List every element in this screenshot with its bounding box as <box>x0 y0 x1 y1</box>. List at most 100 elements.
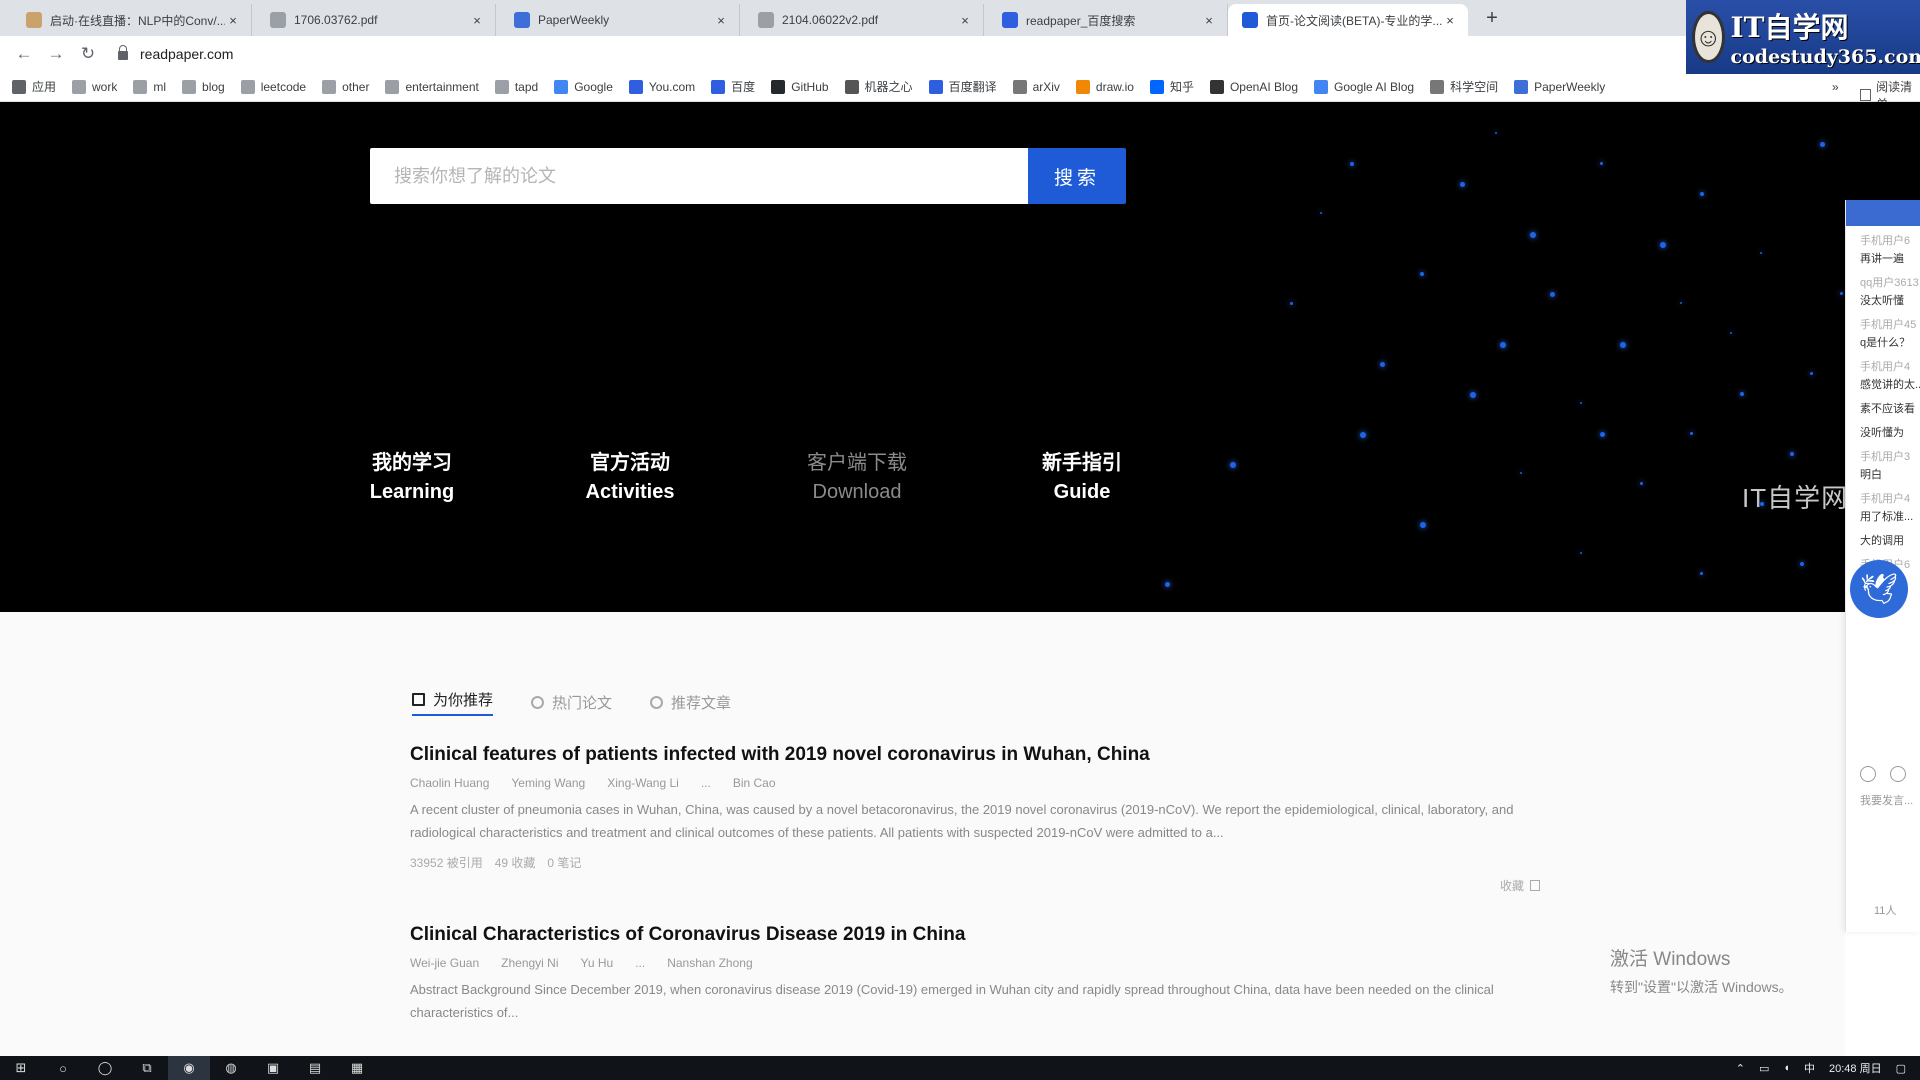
tab-recommended-articles[interactable]: 推荐文章 <box>650 688 731 716</box>
browser-tab[interactable]: readpaper_百度搜索 × <box>988 4 1228 36</box>
app-taskbar-icon[interactable]: ◍ <box>210 1056 252 1080</box>
browser-tab[interactable]: 1706.03762.pdf × <box>256 4 496 36</box>
windows-start-icon[interactable]: ⊞ <box>0 1056 42 1080</box>
tab-title: PaperWeekly <box>538 13 610 27</box>
chat-message: 没听懂为 <box>1846 418 1920 442</box>
bookmark-item[interactable]: ml <box>133 79 166 94</box>
folder-taskbar-icon[interactable]: ▤ <box>294 1056 336 1080</box>
bookmark-item[interactable]: other <box>322 79 369 94</box>
bookmark-item[interactable]: OpenAI Blog <box>1209 79 1299 94</box>
search-icon[interactable]: ○ <box>42 1056 84 1080</box>
bookmark-item[interactable]: PaperWeekly <box>1514 79 1605 94</box>
bookmark-item[interactable]: draw.io <box>1075 79 1134 94</box>
browser-tab-active[interactable]: 首页-论文阅读(BETA)-专业的学... × <box>1228 4 1468 36</box>
browser-tab[interactable]: 启动·在线直播：NLP中的Conv/... × <box>12 4 252 36</box>
star-particle <box>1580 552 1582 554</box>
chrome-taskbar-icon[interactable]: ◉ <box>168 1056 210 1080</box>
author-name[interactable]: Nanshan Zhong <box>667 956 752 970</box>
app-taskbar-icon[interactable]: ▦ <box>336 1056 378 1080</box>
bookmark-item[interactable]: tapd <box>494 79 538 94</box>
tab-title: 首页-论文阅读(BETA)-专业的学... <box>1266 13 1442 28</box>
chat-input-placeholder[interactable]: 我要发言... <box>1860 792 1913 808</box>
bookmark-icon <box>554 79 569 94</box>
chat-username: qq用户3613 <box>1860 277 1919 289</box>
readpaper-favicon-icon <box>1242 12 1258 28</box>
author-name[interactable]: Chaolin Huang <box>410 776 489 790</box>
menu-label-en: Download <box>812 481 902 503</box>
bookmarks-overflow-button[interactable]: » <box>1832 80 1839 94</box>
bookmark-label: OpenAI Blog <box>1229 79 1299 94</box>
bird-float-icon[interactable]: 🕊 <box>1850 560 1908 618</box>
bookmark-item[interactable]: 应用 <box>12 78 56 95</box>
chat-message: 手机用户4 感觉讲的太... <box>1846 352 1920 394</box>
close-icon[interactable]: × <box>225 13 241 28</box>
star-particle <box>1700 192 1704 196</box>
menu-learning[interactable]: 我的学习 Learning <box>362 446 462 504</box>
bookmark-item[interactable]: You.com <box>628 79 695 94</box>
bookmark-item[interactable]: arXiv <box>1012 79 1060 94</box>
star-particle <box>1760 252 1762 254</box>
volume-icon[interactable]: ◖ <box>1783 1062 1790 1074</box>
bookmark-item[interactable]: 知乎 <box>1149 78 1194 95</box>
paper-title[interactable]: Clinical Characteristics of Coronavirus … <box>410 924 1540 946</box>
app-taskbar-icon[interactable]: ▣ <box>252 1056 294 1080</box>
forward-arrow-icon[interactable]: → <box>40 38 72 70</box>
bookmark-item[interactable]: 百度 <box>711 78 755 95</box>
author-name[interactable]: Bin Cao <box>733 776 776 790</box>
bookmark-item[interactable]: Google <box>554 79 613 94</box>
search-bar: 搜索 <box>370 148 1126 204</box>
task-view-icon[interactable]: ⧉ <box>126 1056 168 1080</box>
reload-icon[interactable]: ↻ <box>72 38 104 70</box>
cortana-icon[interactable]: ◯ <box>84 1056 126 1080</box>
close-icon[interactable]: × <box>469 13 485 28</box>
chat-text: 再讲一遍 <box>1860 253 1904 265</box>
chat-username: 手机用户4 <box>1860 361 1911 373</box>
paper-title[interactable]: Clinical features of patients infected w… <box>410 744 1540 766</box>
paper-search-input[interactable] <box>370 148 1028 204</box>
emoji-icon[interactable] <box>1860 766 1876 782</box>
bookmark-icon <box>1430 79 1445 94</box>
author-name[interactable]: Wei-jie Guan <box>410 956 479 970</box>
clock[interactable]: 20:48 周日 <box>1829 1060 1882 1076</box>
bookmark-item[interactable]: GitHub <box>771 79 829 94</box>
browser-tab[interactable]: PaperWeekly × <box>500 4 740 36</box>
tab-recommended[interactable]: 为你推荐 <box>412 688 494 716</box>
search-button[interactable]: 搜索 <box>1028 148 1126 204</box>
author-name[interactable]: Yu Hu <box>581 956 614 970</box>
new-tab-button[interactable]: + <box>1480 6 1504 30</box>
hero-banner: 搜索 我的学习 Learning 官方活动 Activities 客户端下载 D… <box>0 102 1920 612</box>
tray-chevron-icon[interactable]: ⌃ <box>1736 1062 1745 1075</box>
bookmark-item[interactable]: blog <box>182 79 225 94</box>
ime-indicator[interactable]: 中 <box>1804 1060 1815 1076</box>
menu-activities[interactable]: 官方活动 Activities <box>578 446 682 504</box>
bookmark-item[interactable]: 百度翻译 <box>928 78 997 95</box>
author-name[interactable]: Yeming Wang <box>511 776 585 790</box>
windows-activation-notice: 激活 Windows 转到"设置"以激活 Windows。 <box>1610 944 1793 997</box>
collect-button[interactable]: 收藏 <box>1500 877 1540 894</box>
comment-icon[interactable] <box>1890 766 1906 782</box>
chat-header <box>1846 200 1920 226</box>
close-icon[interactable]: × <box>1201 13 1217 28</box>
back-arrow-icon[interactable]: ← <box>8 38 40 70</box>
bookmark-item[interactable]: Google AI Blog <box>1314 79 1414 94</box>
address-bar[interactable]: readpaper.com <box>118 40 233 68</box>
bookmark-item[interactable]: 机器之心 <box>844 78 913 95</box>
menu-download[interactable]: 客户端下载 Download <box>798 446 916 504</box>
star-particle <box>1690 432 1693 435</box>
close-icon[interactable]: × <box>957 13 973 28</box>
network-icon[interactable]: ▭ <box>1759 1062 1769 1075</box>
tab-hot-papers[interactable]: 热门论文 <box>531 688 612 716</box>
bookmark-icon <box>494 79 509 94</box>
close-icon[interactable]: × <box>1442 13 1458 28</box>
notification-icon[interactable]: ▢ <box>1896 1062 1906 1075</box>
author-name[interactable]: Xing-Wang Li <box>607 776 679 790</box>
bookmark-item[interactable]: leetcode <box>240 79 306 94</box>
close-icon[interactable]: × <box>713 13 729 28</box>
browser-tab[interactable]: 2104.06022v2.pdf × <box>744 4 984 36</box>
author-name[interactable]: Zhengyi Ni <box>501 956 558 970</box>
bookmark-item[interactable]: entertainment <box>385 79 479 94</box>
bookmark-icon <box>72 79 87 94</box>
bookmark-item[interactable]: work <box>72 79 117 94</box>
menu-guide[interactable]: 新手指引 Guide <box>1032 446 1132 504</box>
bookmark-item[interactable]: 科学空间 <box>1430 78 1498 95</box>
